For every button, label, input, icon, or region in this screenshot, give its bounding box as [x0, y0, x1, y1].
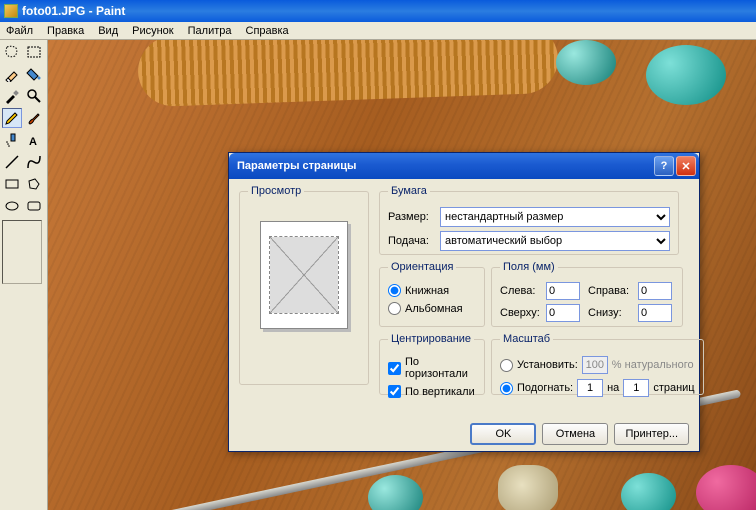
margins-group: Поля (мм) Слева: Справа: Сверху: Снизу:	[491, 261, 683, 327]
menu-image[interactable]: Рисунок	[132, 25, 174, 37]
menu-help[interactable]: Справка	[246, 25, 289, 37]
tool-brush[interactable]	[24, 108, 44, 128]
portrait-radio[interactable]	[388, 284, 401, 297]
app-titlebar: foto01.JPG - Paint	[0, 0, 756, 22]
margin-bottom-input[interactable]	[638, 304, 672, 322]
menu-edit[interactable]: Правка	[47, 25, 84, 37]
margin-top-label: Сверху:	[500, 307, 540, 319]
paper-source-label: Подача:	[388, 235, 434, 247]
tool-magnifier[interactable]	[24, 86, 44, 106]
tool-box: A	[0, 40, 48, 510]
scale-group: Масштаб Установить: % натурального Подог…	[491, 333, 704, 395]
scale-set-suffix: % натурального	[612, 359, 694, 371]
menu-file[interactable]: Файл	[6, 25, 33, 37]
center-v-checkbox[interactable]	[388, 385, 401, 398]
orientation-portrait[interactable]: Книжная	[388, 284, 476, 297]
margin-right-input[interactable]	[638, 282, 672, 300]
tool-free-select[interactable]	[2, 42, 22, 62]
menu-colors[interactable]: Палитра	[188, 25, 232, 37]
tool-polygon[interactable]	[24, 174, 44, 194]
scale-fit-w-input[interactable]	[577, 379, 603, 397]
center-h-checkbox[interactable]	[388, 362, 401, 375]
margin-left-input[interactable]	[546, 282, 580, 300]
margin-left-label: Слева:	[500, 285, 540, 297]
paint-app-icon	[4, 4, 18, 18]
paper-size-label: Размер:	[388, 211, 434, 223]
svg-text:A: A	[29, 136, 37, 148]
margin-right-label: Справа:	[588, 285, 632, 297]
centering-group: Центрирование По горизонтали По вертикал…	[379, 333, 485, 395]
scale-fit-radio[interactable]	[500, 382, 513, 395]
tool-rect-select[interactable]	[24, 42, 44, 62]
center-horizontal[interactable]: По горизонтали	[388, 356, 476, 380]
margins-legend: Поля (мм)	[500, 261, 558, 273]
tool-text[interactable]: A	[24, 130, 44, 150]
page-preview-icon	[260, 221, 348, 329]
tool-curve[interactable]	[24, 152, 44, 172]
scale-fit-by: на	[607, 382, 619, 394]
centering-legend: Центрирование	[388, 333, 474, 345]
margin-top-input[interactable]	[546, 304, 580, 322]
menu-view[interactable]: Вид	[98, 25, 118, 37]
preview-group: Просмотр	[239, 185, 369, 385]
paper-source-select[interactable]: автоматический выбор	[440, 231, 670, 251]
tool-airbrush[interactable]	[2, 130, 22, 150]
orientation-landscape[interactable]: Альбомная	[388, 302, 476, 315]
help-icon: ?	[661, 160, 668, 172]
tool-rounded-rect[interactable]	[24, 196, 44, 216]
tool-options-pane	[2, 220, 42, 284]
scale-fit-suffix: страниц	[653, 382, 694, 394]
cancel-button[interactable]: Отмена	[542, 423, 608, 445]
scale-legend: Масштаб	[500, 333, 553, 345]
workspace: A Параметры страницы ? ✕	[0, 40, 756, 510]
dialog-close-button[interactable]: ✕	[676, 156, 696, 176]
scale-set-radio[interactable]	[500, 359, 513, 372]
paper-legend: Бумага	[388, 185, 430, 197]
menu-bar: Файл Правка Вид Рисунок Палитра Справка	[0, 22, 756, 40]
dialog-title: Параметры страницы	[237, 160, 356, 172]
paper-group: Бумага Размер: нестандартный размер Пода…	[379, 185, 679, 255]
orientation-group: Ориентация Книжная Альбомная	[379, 261, 485, 327]
page-setup-dialog: Параметры страницы ? ✕ Просмотр Бумага Р…	[228, 152, 700, 452]
orientation-legend: Ориентация	[388, 261, 456, 273]
tool-line[interactable]	[2, 152, 22, 172]
scale-fit-label: Подогнать:	[517, 382, 573, 394]
paper-size-select[interactable]: нестандартный размер	[440, 207, 670, 227]
scale-set-label: Установить:	[517, 359, 578, 371]
tool-ellipse[interactable]	[2, 196, 22, 216]
center-vertical[interactable]: По вертикали	[388, 385, 476, 398]
tool-rectangle[interactable]	[2, 174, 22, 194]
landscape-radio[interactable]	[388, 302, 401, 315]
preview-legend: Просмотр	[248, 185, 304, 197]
tool-fill[interactable]	[24, 64, 44, 84]
printer-button[interactable]: Принтер...	[614, 423, 689, 445]
scale-set-input	[582, 356, 608, 374]
app-title: foto01.JPG - Paint	[22, 4, 125, 18]
tool-pencil[interactable]	[2, 108, 22, 128]
dialog-help-button[interactable]: ?	[654, 156, 674, 176]
dialog-titlebar[interactable]: Параметры страницы ? ✕	[229, 153, 699, 179]
tool-picker[interactable]	[2, 86, 22, 106]
close-icon: ✕	[681, 160, 690, 173]
scale-fit-h-input[interactable]	[623, 379, 649, 397]
margin-bottom-label: Снизу:	[588, 307, 632, 319]
canvas-area[interactable]: Параметры страницы ? ✕ Просмотр Бумага Р…	[48, 40, 756, 510]
ok-button[interactable]: OK	[470, 423, 536, 445]
tool-eraser[interactable]	[2, 64, 22, 84]
